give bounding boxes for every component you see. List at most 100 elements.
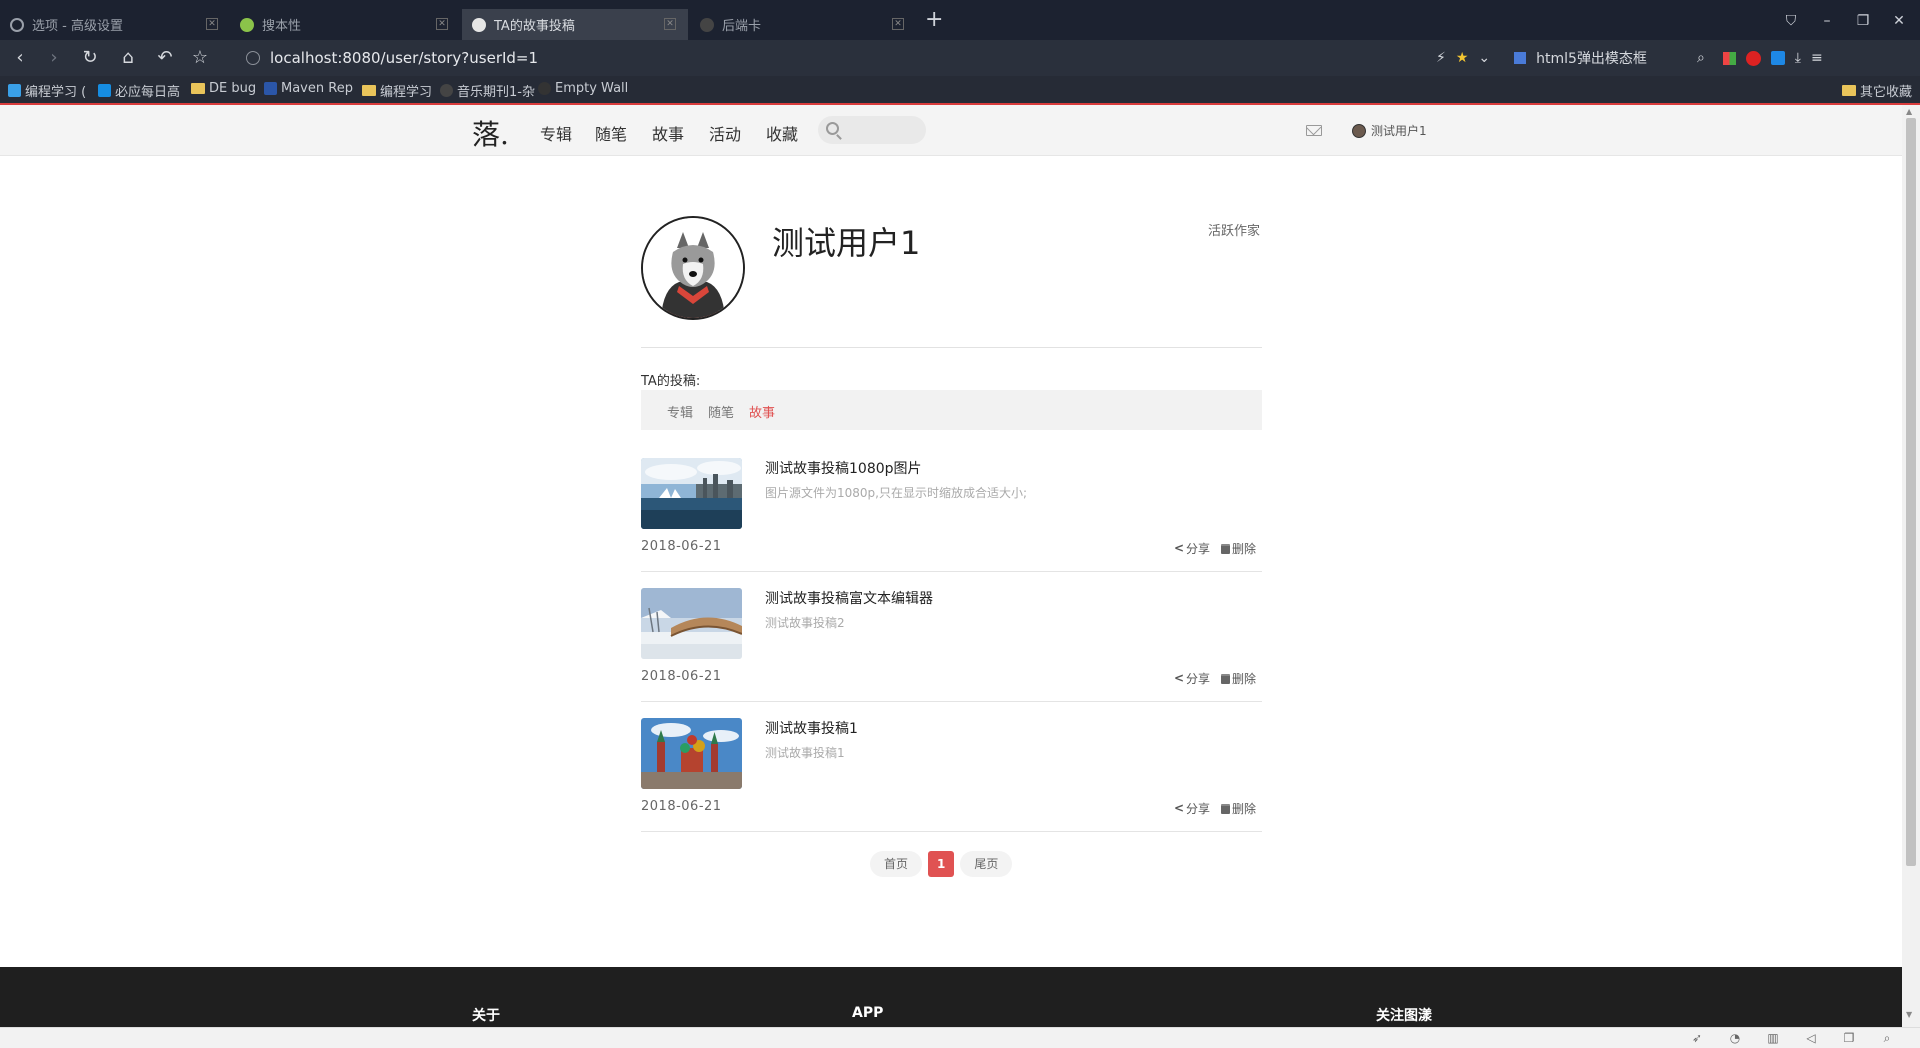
site-search-input[interactable] — [818, 116, 926, 144]
share-icon — [1174, 671, 1184, 685]
last-page-button[interactable]: 尾页 — [960, 851, 1013, 877]
music-icon — [440, 84, 453, 97]
bookmark-folder[interactable]: DE bug — [191, 81, 256, 96]
folder-icon — [191, 83, 205, 94]
tab-title: 后端卡 — [722, 19, 762, 34]
tab-title: 选项 - 高级设置 — [32, 19, 123, 34]
tab-settings[interactable]: 选项 - 高级设置 ✕ — [0, 9, 230, 40]
window-icon[interactable]: ❐ — [1842, 1031, 1856, 1045]
restore-button[interactable]: ❐ — [1854, 12, 1872, 30]
page-number-current[interactable]: 1 — [928, 851, 955, 877]
bookmark-folder[interactable]: 编程学习 — [362, 81, 432, 100]
leaf-icon — [240, 17, 254, 32]
address-bar[interactable]: localhost:8080/user/story?userId=1 — [232, 44, 1452, 72]
nav-stories[interactable]: 故事 — [652, 121, 684, 145]
trash-icon — [1221, 673, 1230, 684]
bookmark-item[interactable]: Empty Wall — [538, 81, 628, 96]
nav-favorites[interactable]: 收藏 — [766, 121, 798, 145]
download-icon[interactable]: ⤓ — [1795, 50, 1801, 66]
tv-icon — [8, 84, 21, 97]
zoom-icon[interactable]: ⌕ — [1880, 1031, 1894, 1045]
scroll-down-icon[interactable]: ▼ — [1906, 1010, 1912, 1019]
new-tab-button[interactable]: + — [925, 9, 943, 31]
scrollbar-thumb[interactable] — [1906, 118, 1916, 866]
story-thumbnail[interactable] — [641, 718, 742, 789]
story-thumbnail[interactable] — [641, 588, 742, 659]
bookmark-item[interactable]: Maven Rep — [264, 81, 353, 96]
delete-button[interactable]: 删除 — [1221, 540, 1256, 557]
url-text[interactable]: localhost:8080/user/story?userId=1 — [270, 49, 538, 67]
tab-backend[interactable]: 后端卡 ✕ — [690, 9, 916, 40]
user-name: 测试用户1 — [1371, 124, 1427, 138]
mail-icon[interactable] — [1306, 125, 1322, 136]
bookmark-folder-other[interactable]: 其它收藏 — [1842, 81, 1912, 100]
story-desc: 图片源文件为1080p,只在显示时缩放成合适大小; — [765, 486, 1028, 500]
share-icon — [1174, 801, 1184, 815]
first-page-button[interactable]: 首页 — [870, 851, 923, 877]
apps-icon[interactable] — [1722, 51, 1736, 65]
nav-events[interactable]: 活动 — [709, 121, 741, 145]
speed-icon[interactable]: ◔ — [1728, 1031, 1742, 1045]
bookmarks-bar: 编程学习 ( 必应每日高 DE bug Maven Rep 编程学习 音乐期刊1… — [0, 76, 1920, 103]
bookmark-item[interactable]: 编程学习 ( — [8, 81, 86, 100]
reload-icon[interactable]: ↻ — [80, 48, 100, 68]
close-icon[interactable]: ✕ — [206, 18, 218, 30]
search-engine-label[interactable]: html5弹出模态框 — [1536, 48, 1647, 68]
tab-soubenxing[interactable]: 搜本性 ✕ — [230, 9, 460, 40]
user-menu[interactable]: 测试用户1 — [1352, 122, 1427, 139]
bing-icon — [98, 84, 111, 97]
footer-heading-app: APP — [852, 1005, 884, 1021]
close-icon[interactable]: ✕ — [892, 18, 904, 30]
bookmark-star-icon[interactable]: ★ — [1456, 50, 1469, 66]
profile-name: 测试用户1 — [772, 224, 921, 262]
tab-story[interactable]: TA的故事投稿 ✕ — [462, 9, 688, 40]
extension-icon[interactable] — [1770, 51, 1785, 65]
close-icon[interactable]: ✕ — [436, 18, 448, 30]
volume-icon[interactable]: ◁ — [1804, 1031, 1818, 1045]
share-button[interactable]: 分享 — [1174, 540, 1210, 557]
filter-albums[interactable]: 专辑 — [667, 402, 693, 421]
scroll-up-icon[interactable]: ▲ — [1906, 107, 1912, 116]
story-title[interactable]: 测试故事投稿1080p图片 — [765, 458, 922, 478]
menu-icon[interactable]: ≡ — [1811, 50, 1823, 66]
bookmark-item[interactable]: 音乐期刊1-杂 — [440, 81, 535, 100]
trash-icon[interactable]: ▥ — [1766, 1031, 1780, 1045]
site-logo[interactable]: 落. — [472, 113, 509, 153]
site-info-icon[interactable] — [246, 51, 260, 65]
list-item: 测试故事投稿1080p图片 图片源文件为1080p,只在显示时缩放成合适大小; … — [641, 458, 1262, 572]
shirt-icon[interactable]: ⛉ — [1782, 12, 1800, 30]
nav-albums[interactable]: 专辑 — [540, 121, 572, 145]
back-icon[interactable]: ‹ — [10, 48, 30, 68]
delete-button[interactable]: 删除 — [1221, 800, 1256, 817]
story-title[interactable]: 测试故事投稿富文本编辑器 — [765, 588, 933, 608]
close-icon[interactable]: ✕ — [664, 18, 676, 30]
close-window-button[interactable]: ✕ — [1890, 12, 1908, 30]
share-button[interactable]: 分享 — [1174, 800, 1210, 817]
filter-essays[interactable]: 随笔 — [708, 402, 734, 421]
lightning-icon[interactable]: ⚡ — [1436, 50, 1446, 66]
github-icon — [538, 82, 551, 95]
divider — [641, 347, 1262, 348]
nav-essays[interactable]: 随笔 — [595, 121, 627, 145]
adblock-icon[interactable] — [1745, 50, 1761, 66]
search-icon[interactable]: ⌕ — [1697, 50, 1705, 66]
rocket-icon[interactable]: ➶ — [1690, 1031, 1704, 1045]
story-desc: 测试故事投稿1 — [765, 746, 845, 760]
undo-icon[interactable]: ↶ — [155, 48, 175, 68]
site-icon — [472, 17, 486, 32]
minimize-button[interactable]: – — [1818, 12, 1836, 30]
star-outline-icon[interactable]: ☆ — [190, 48, 210, 68]
story-title[interactable]: 测试故事投稿1 — [765, 718, 858, 738]
filter-stories[interactable]: 故事 — [749, 402, 775, 421]
bookmark-item[interactable]: 必应每日高 — [98, 81, 180, 100]
folder-icon — [362, 85, 376, 96]
chevron-down-icon[interactable]: ⌄ — [1478, 50, 1490, 66]
delete-button[interactable]: 删除 — [1221, 670, 1256, 687]
story-thumbnail[interactable] — [641, 458, 742, 529]
home-icon[interactable]: ⌂ — [118, 48, 138, 68]
toolbar-right: ⚡ ★ ⌄ html5弹出模态框 ⌕ ⤓ ≡ — [1436, 48, 1823, 68]
submission-filter-bar: 专辑 随笔 故事 — [641, 390, 1262, 430]
forward-icon[interactable]: › — [44, 48, 64, 68]
search-icon — [826, 122, 839, 135]
share-button[interactable]: 分享 — [1174, 670, 1210, 687]
